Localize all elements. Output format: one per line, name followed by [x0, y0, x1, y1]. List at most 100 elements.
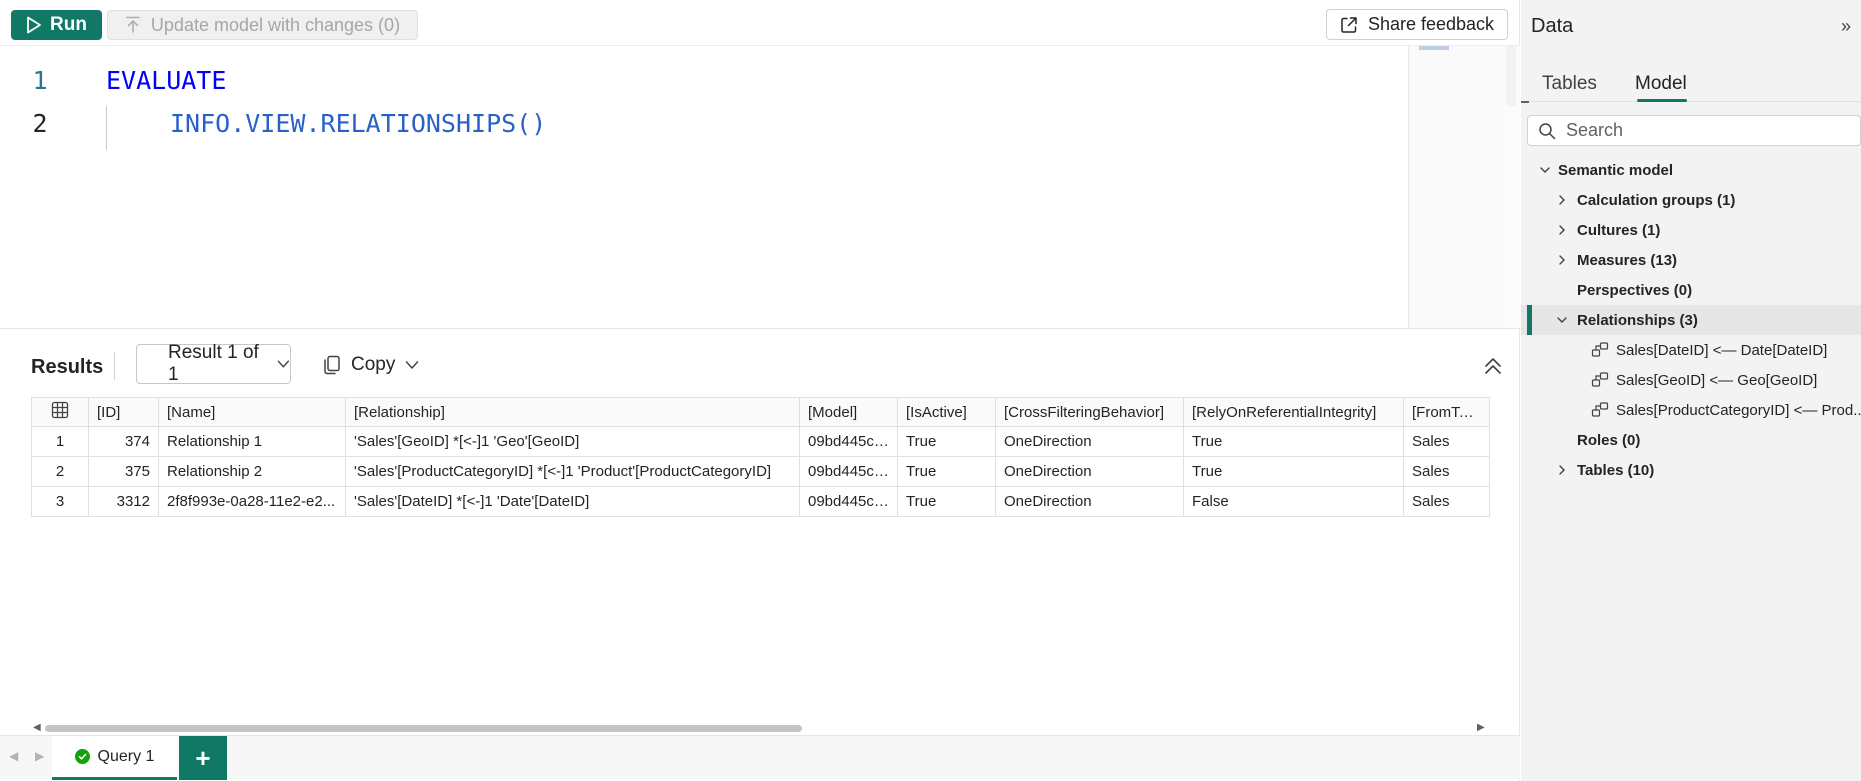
tree-item-roles[interactable]: Roles (0): [1521, 425, 1861, 455]
cell-relationship[interactable]: 'Sales'[GeoID] *[<-]1 'Geo'[GeoID]: [345, 426, 800, 457]
cell-fromtable[interactable]: Sales: [1403, 486, 1490, 517]
tab-scroll-left-icon[interactable]: ◀: [9, 749, 18, 763]
tree-label: Sales[DateID] <— Date[DateID]: [1616, 341, 1828, 359]
column-header-relationship[interactable]: [Relationship]: [345, 397, 800, 427]
cell-id[interactable]: 3312: [88, 486, 159, 517]
results-grid[interactable]: [ID] [Name] [Relationship] [Model] [IsAc…: [31, 397, 1490, 517]
cell-fromtable[interactable]: Sales: [1403, 456, 1490, 487]
select-all-cell[interactable]: [31, 397, 89, 427]
scroll-right-icon[interactable]: ▶: [1477, 722, 1485, 733]
column-header-crossfiltering[interactable]: [CrossFilteringBehavior]: [995, 397, 1184, 427]
cell-isactive[interactable]: True: [897, 426, 996, 457]
chevron-right-icon[interactable]: [1555, 463, 1569, 477]
minimap-content: [1419, 46, 1449, 50]
tree-label: Sales[ProductCategoryID] <— Prod...: [1616, 401, 1861, 419]
copy-button[interactable]: Copy: [323, 350, 419, 380]
tree-label: Calculation groups (1): [1577, 191, 1736, 209]
cell-isactive[interactable]: True: [897, 486, 996, 517]
column-header-model[interactable]: [Model]: [799, 397, 898, 427]
cell-relationship[interactable]: 'Sales'[DateID] *[<-]1 'Date'[DateID]: [345, 486, 800, 517]
tab-scroll-right-icon[interactable]: ▶: [35, 749, 44, 763]
pane-divider[interactable]: [0, 328, 1520, 329]
share-feedback-button[interactable]: Share feedback: [1326, 9, 1508, 40]
tree-label: Roles (0): [1577, 431, 1641, 449]
dax-query-view: Run Update model with changes (0) Share …: [0, 0, 1861, 781]
tab-query-1[interactable]: Query 1: [52, 736, 177, 780]
tree-item-measures[interactable]: Measures (13): [1521, 245, 1861, 275]
update-model-button[interactable]: Update model with changes (0): [107, 10, 418, 40]
row-number: 3: [31, 486, 89, 517]
data-pane-title: Data: [1531, 15, 1574, 37]
tree-item-cultures[interactable]: Cultures (1): [1521, 215, 1861, 245]
tree-item-calculation-groups[interactable]: Calculation groups (1): [1521, 185, 1861, 215]
cell-id[interactable]: 374: [88, 426, 159, 457]
code-line-1[interactable]: 1 EVALUATE: [0, 66, 1400, 106]
editor-scrollbar[interactable]: [1502, 46, 1520, 328]
success-check-icon: [74, 749, 90, 764]
cell-name[interactable]: 2f8f993e-0a28-11e2-e2...: [158, 486, 346, 517]
tree-item-relationship[interactable]: Sales[ProductCategoryID] <— Prod...: [1521, 395, 1861, 425]
results-header: Results Result 1 of 1 Copy: [0, 336, 1520, 394]
expand-pane-icon[interactable]: »: [1841, 16, 1851, 37]
code-line-2[interactable]: 2 INFO.VIEW.RELATIONSHIPS(): [0, 109, 1400, 149]
divider: [114, 352, 115, 380]
cell-id[interactable]: 375: [88, 456, 159, 487]
table-row[interactable]: 1 374 Relationship 1 'Sales'[GeoID] *[<-…: [31, 426, 1490, 457]
tab-model[interactable]: Model: [1635, 73, 1687, 95]
tab-tables[interactable]: Tables: [1542, 73, 1597, 95]
horizontal-scrollbar[interactable]: ◀ ▶: [31, 722, 1489, 733]
cell-name[interactable]: Relationship 1: [158, 426, 346, 457]
add-query-button[interactable]: +: [179, 736, 227, 780]
table-row[interactable]: 3 3312 2f8f993e-0a28-11e2-e2... 'Sales'[…: [31, 486, 1490, 517]
row-number: 1: [31, 426, 89, 457]
tree-item-relationship[interactable]: Sales[GeoID] <— Geo[GeoID]: [1521, 365, 1861, 395]
relationship-icon: [1591, 342, 1609, 357]
table-icon: [51, 401, 69, 419]
search-placeholder: Search: [1566, 120, 1624, 140]
cell-model[interactable]: 09bd445c-...: [799, 486, 898, 517]
chevron-down-icon[interactable]: [1555, 313, 1569, 327]
tab-label: Query 1: [97, 747, 155, 765]
minimap[interactable]: [1408, 46, 1502, 328]
column-header-isactive[interactable]: [IsActive]: [897, 397, 996, 427]
cell-rely[interactable]: True: [1183, 426, 1404, 457]
tree-item-tables[interactable]: Tables (10): [1521, 455, 1861, 485]
table-row[interactable]: 2 375 Relationship 2 'Sales'[ProductCate…: [31, 456, 1490, 487]
column-header-fromtable[interactable]: [FromTable]: [1403, 397, 1490, 427]
cell-crossfiltering[interactable]: OneDirection: [995, 486, 1184, 517]
chevron-down-icon[interactable]: [1538, 163, 1552, 177]
run-button[interactable]: Run: [11, 10, 102, 40]
tree-item-relationship[interactable]: Sales[DateID] <— Date[DateID]: [1521, 335, 1861, 365]
tree-label: Semantic model: [1558, 161, 1674, 179]
chevron-down-icon: [277, 360, 290, 368]
collapse-up-icon[interactable]: [1480, 353, 1506, 379]
cell-isactive[interactable]: True: [897, 456, 996, 487]
tabs-divider-accent: [1521, 101, 1529, 103]
tree-label: Sales[GeoID] <— Geo[GeoID]: [1616, 371, 1818, 389]
column-header-rely[interactable]: [RelyOnReferentialIntegrity]: [1183, 397, 1404, 427]
code-editor[interactable]: 1 EVALUATE 2 INFO.VIEW.RELATIONSHIPS(): [0, 46, 1502, 328]
scrollbar-thumb[interactable]: [1506, 46, 1516, 106]
tree-item-semantic-model[interactable]: Semantic model: [1521, 155, 1861, 185]
tree-item-perspectives[interactable]: Perspectives (0): [1521, 275, 1861, 305]
cell-model[interactable]: 09bd445c-...: [799, 456, 898, 487]
cell-rely[interactable]: False: [1183, 486, 1404, 517]
chevron-right-icon[interactable]: [1555, 223, 1569, 237]
cell-crossfiltering[interactable]: OneDirection: [995, 426, 1184, 457]
column-header-id[interactable]: [ID]: [88, 397, 159, 427]
chevron-right-icon[interactable]: [1555, 193, 1569, 207]
chevron-right-icon[interactable]: [1555, 253, 1569, 267]
scrollbar-thumb[interactable]: [45, 725, 802, 732]
scroll-left-icon[interactable]: ◀: [33, 722, 41, 733]
column-header-name[interactable]: [Name]: [158, 397, 346, 427]
cell-name[interactable]: Relationship 2: [158, 456, 346, 487]
tree-item-relationships[interactable]: Relationships (3): [1521, 305, 1861, 335]
cell-relationship[interactable]: 'Sales'[ProductCategoryID] *[<-]1 'Produ…: [345, 456, 800, 487]
cell-crossfiltering[interactable]: OneDirection: [995, 456, 1184, 487]
cell-rely[interactable]: True: [1183, 456, 1404, 487]
cell-fromtable[interactable]: Sales: [1403, 426, 1490, 457]
result-selector[interactable]: Result 1 of 1: [136, 342, 291, 385]
tabs-divider: [1521, 101, 1861, 102]
cell-model[interactable]: 09bd445c-...: [799, 426, 898, 457]
search-input[interactable]: Search: [1527, 115, 1861, 146]
